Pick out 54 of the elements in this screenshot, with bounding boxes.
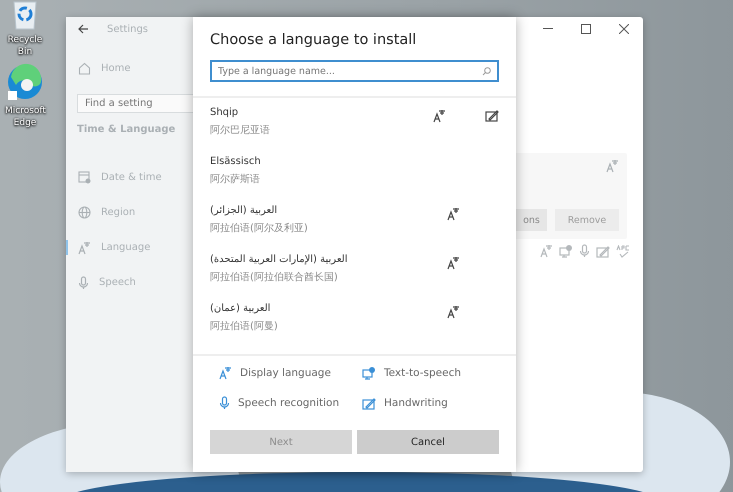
close-icon[interactable] bbox=[619, 24, 629, 34]
display-language-icon bbox=[447, 207, 460, 221]
display-language-icon bbox=[540, 244, 553, 258]
recycle-bin-icon[interactable] bbox=[11, 0, 39, 30]
language-native-name: 阿拉伯语(阿拉伯联合酋长国) bbox=[210, 270, 339, 284]
language-name: Shqip bbox=[210, 107, 238, 118]
minimize-icon[interactable] bbox=[543, 28, 553, 30]
display-language-icon bbox=[78, 240, 91, 254]
spell-check-icon bbox=[616, 244, 630, 258]
home-icon bbox=[78, 62, 91, 75]
language-name: العربية (الإمارات العربية المتحدة) bbox=[210, 254, 348, 265]
text-to-speech-icon bbox=[362, 366, 376, 380]
feature-legend-label: Display language bbox=[240, 367, 331, 379]
display-language-icon bbox=[447, 256, 460, 270]
language-name: Elsässisch bbox=[210, 156, 261, 167]
maximize-icon[interactable] bbox=[581, 24, 591, 34]
dialog-button[interactable]: Cancel bbox=[357, 430, 499, 454]
microphone-icon bbox=[78, 276, 89, 290]
nav-item[interactable]: Region bbox=[66, 195, 194, 230]
search-icon bbox=[482, 67, 491, 76]
feature-legend-label: Text-to-speech bbox=[384, 367, 462, 379]
display-language-icon bbox=[433, 109, 446, 123]
language-name: العربية (عمان) bbox=[210, 303, 270, 314]
text-to-speech-icon bbox=[559, 244, 573, 258]
display-language-icon bbox=[219, 366, 232, 380]
back-arrow-icon[interactable] bbox=[78, 24, 89, 34]
language-native-name: 阿尔萨斯语 bbox=[210, 172, 261, 186]
calendar-clock-icon bbox=[78, 171, 91, 184]
desktop-icon-label[interactable]: Recycle Bin bbox=[0, 34, 50, 58]
browser-icon[interactable] bbox=[6, 63, 44, 101]
handwriting-icon bbox=[596, 244, 610, 258]
card-button[interactable]: ons bbox=[516, 209, 547, 231]
dialog-title: Choose a language to install bbox=[210, 32, 418, 48]
language-native-name: 阿拉伯语(阿曼) bbox=[210, 320, 279, 333]
display-language-icon bbox=[447, 305, 460, 319]
microphone-icon bbox=[219, 396, 230, 410]
language-native-name: 阿拉伯语(阿尔及利亚) bbox=[210, 222, 309, 235]
feature-legend-label: Speech recognition bbox=[238, 397, 340, 409]
language-option[interactable]: Elsässisch 阿尔萨斯语 bbox=[193, 150, 516, 199]
nav-item[interactable]: Speech bbox=[66, 265, 194, 300]
handwriting-icon bbox=[485, 109, 499, 122]
feature-legend-label: Handwriting bbox=[384, 397, 448, 409]
desktop-icon-label[interactable]: Microsoft Edge bbox=[5, 105, 45, 129]
window-title: Settings bbox=[107, 24, 148, 34]
display-language-icon bbox=[606, 159, 619, 173]
globe-icon bbox=[78, 206, 91, 219]
nav-item[interactable]: Date & time bbox=[66, 160, 194, 195]
handwriting-icon bbox=[362, 396, 376, 410]
language-name: العربية (الجزائر) bbox=[210, 205, 278, 216]
home-nav-item[interactable]: Home bbox=[101, 63, 131, 74]
language-search-field[interactable]: Type a language name... bbox=[210, 60, 499, 82]
section-heading: Time & Language bbox=[76, 123, 176, 137]
language-native-name: 阿尔巴尼亚语 bbox=[210, 124, 271, 137]
microphone-icon bbox=[579, 244, 590, 258]
